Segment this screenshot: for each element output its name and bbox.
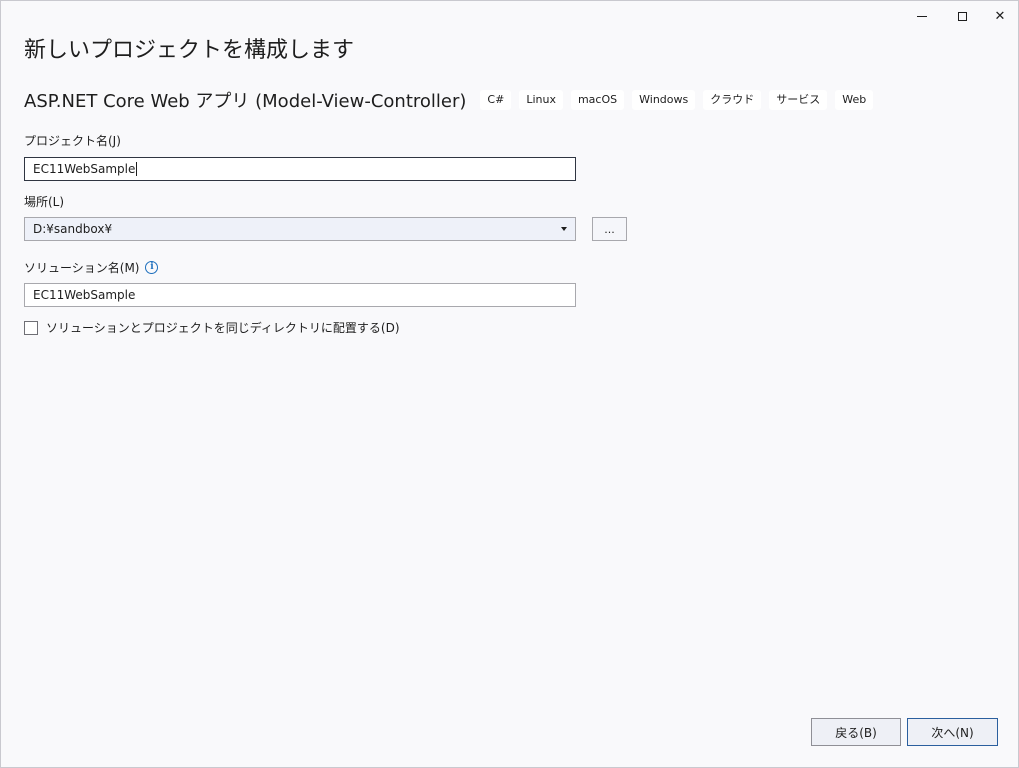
location-label: 場所(L) bbox=[24, 195, 65, 209]
info-icon[interactable]: i bbox=[145, 261, 159, 274]
project-name-input[interactable]: EC11WebSample bbox=[24, 157, 576, 181]
chevron-down-icon[interactable] bbox=[561, 227, 567, 231]
tag-macos: macOS bbox=[570, 90, 625, 110]
project-name-value: EC11WebSample bbox=[33, 162, 136, 176]
solution-name-label: ソリューション名(M) bbox=[24, 261, 140, 275]
tag-cloud: クラウド bbox=[703, 90, 762, 110]
template-summary: ASP.NET Core Web アプリ (Model-View-Control… bbox=[24, 88, 881, 112]
browse-button[interactable]: ... bbox=[592, 217, 627, 241]
solution-name-value: EC11WebSample bbox=[33, 288, 136, 302]
same-directory-checkbox[interactable] bbox=[24, 320, 38, 335]
page-title: 新しいプロジェクトを構成します bbox=[24, 38, 355, 63]
minimize-icon bbox=[917, 15, 927, 17]
same-directory-label[interactable]: ソリューションとプロジェクトを同じディレクトリに配置する(D) bbox=[46, 319, 400, 336]
close-icon: ✕ bbox=[994, 8, 1006, 24]
location-value: D:¥sandbox¥ bbox=[33, 222, 113, 236]
maximize-icon bbox=[957, 11, 967, 21]
tag-windows: Windows bbox=[632, 90, 696, 110]
next-button[interactable]: 次へ(N) bbox=[907, 718, 998, 746]
tag-web: Web bbox=[835, 90, 874, 110]
maximize-button[interactable] bbox=[943, 1, 981, 31]
tag-linux: Linux bbox=[519, 90, 563, 110]
project-name-label: プロジェクト名(J) bbox=[24, 134, 121, 148]
tag-csharp: C# bbox=[480, 90, 512, 110]
same-directory-option[interactable]: ソリューションとプロジェクトを同じディレクトリに配置する(D) bbox=[24, 319, 400, 336]
tag-service: サービス bbox=[769, 90, 828, 110]
back-button[interactable]: 戻る(B) bbox=[811, 718, 901, 746]
configure-project-dialog: ✕ 新しいプロジェクトを構成します ASP.NET Core Web アプリ (… bbox=[0, 0, 1019, 768]
location-combobox[interactable]: D:¥sandbox¥ bbox=[24, 217, 576, 241]
solution-name-label-row: ソリューション名(M) i bbox=[24, 259, 159, 276]
close-button[interactable]: ✕ bbox=[981, 1, 1019, 31]
text-caret bbox=[136, 162, 138, 176]
solution-name-input[interactable]: EC11WebSample bbox=[24, 283, 576, 307]
minimize-button[interactable] bbox=[903, 1, 941, 31]
template-name: ASP.NET Core Web アプリ (Model-View-Control… bbox=[24, 91, 467, 112]
